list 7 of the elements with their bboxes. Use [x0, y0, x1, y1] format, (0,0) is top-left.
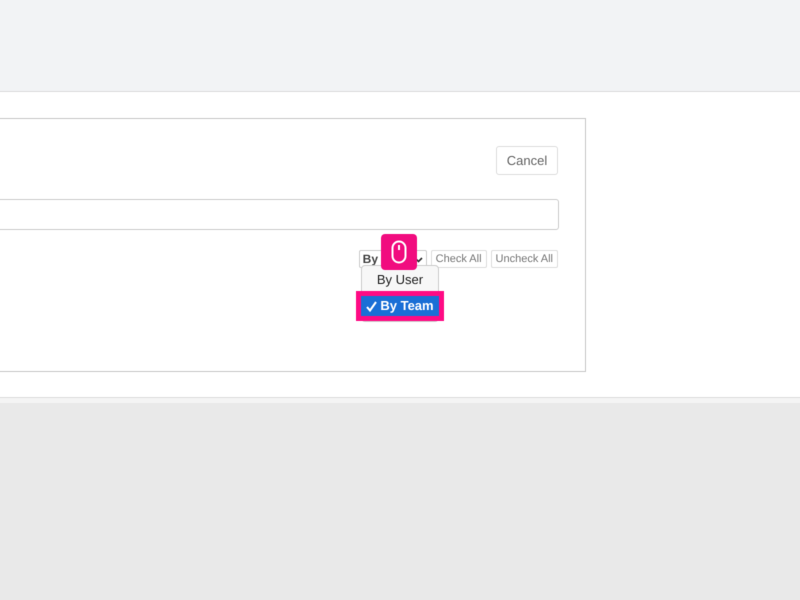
- check-all-button[interactable]: Check All: [430, 250, 487, 268]
- dropdown-option[interactable]: By User: [362, 269, 438, 291]
- uncheck-all-button[interactable]: Uncheck All: [490, 250, 558, 268]
- check-icon: [366, 300, 378, 312]
- text-field[interactable]: [0, 199, 559, 230]
- cancel-button[interactable]: Cancel: [496, 146, 558, 175]
- dropdown-option[interactable]: By Team: [356, 291, 444, 321]
